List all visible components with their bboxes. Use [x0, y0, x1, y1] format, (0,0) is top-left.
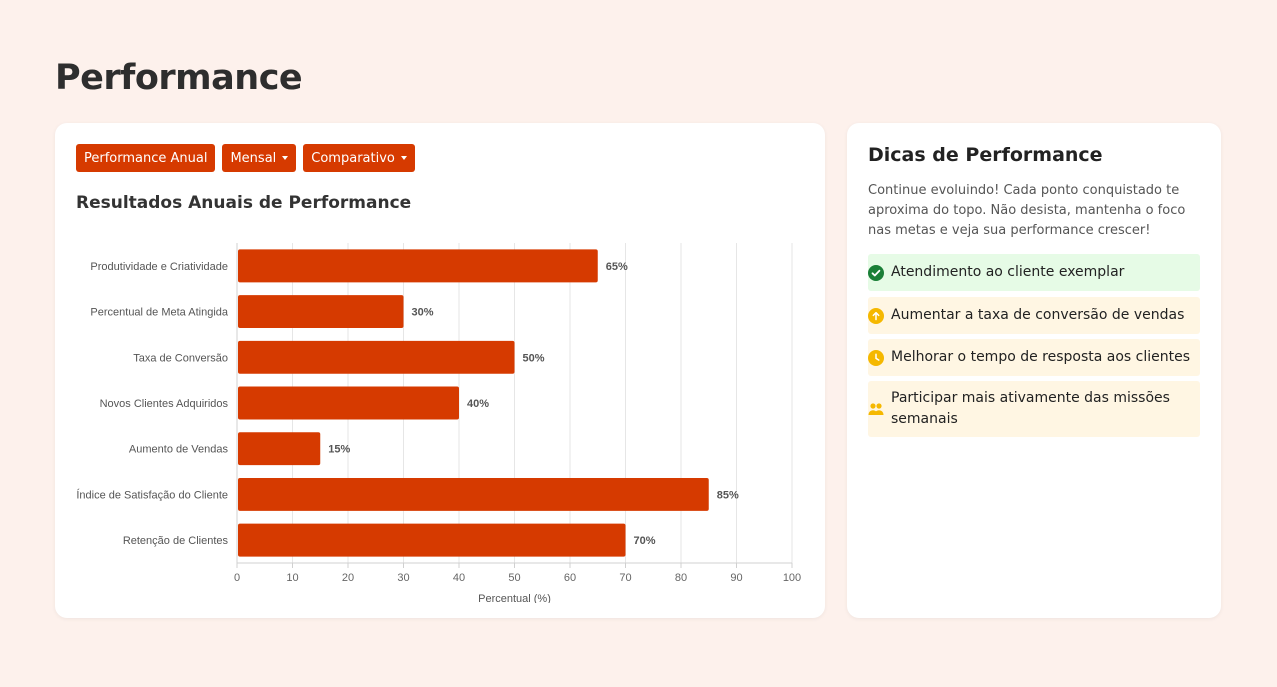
value-label: 15%	[328, 444, 350, 456]
bar	[238, 523, 626, 557]
bar	[238, 295, 404, 329]
category-label: Aumento de Vendas	[129, 444, 229, 456]
category-label: Percentual de Meta Atingida	[90, 307, 228, 319]
tip-item-weekly-missions: Participar mais ativamente das missões s…	[868, 381, 1200, 437]
value-label: 30%	[412, 307, 434, 319]
x-tick-label: 100	[783, 572, 801, 584]
category-label: Índice de Satisfação do Cliente	[76, 488, 228, 501]
bar	[238, 386, 459, 420]
category-label: Retenção de Clientes	[123, 535, 229, 547]
annual-performance-button[interactable]: Performance Anual	[76, 144, 216, 172]
comparative-label: Comparativo	[311, 150, 395, 166]
comparative-dropdown-button[interactable]: Comparativo	[303, 144, 415, 172]
x-axis-title: Percentual (%)	[478, 593, 551, 603]
tips-title: Dicas de Performance	[868, 144, 1103, 166]
check-circle-icon	[868, 264, 884, 281]
page-title: Performance	[55, 58, 303, 98]
performance-bar-chart: 0 10 20 30 40 50 60 70 80 90 100 Produtividade e Cr…	[76, 243, 801, 603]
value-label: 85%	[717, 489, 739, 501]
value-label: 70%	[634, 535, 656, 547]
clock-icon	[868, 349, 884, 366]
monthly-label: Mensal	[230, 150, 277, 166]
category-label: Taxa de Conversão	[133, 352, 228, 364]
x-tick-label: 10	[286, 572, 298, 584]
x-tick-label: 0	[234, 572, 240, 584]
tip-label: Aumentar a taxa de conversão de vendas	[891, 307, 1185, 323]
chart-title: Resultados Anuais de Performance	[76, 193, 412, 213]
value-label: 65%	[606, 261, 628, 273]
tip-label: Atendimento ao cliente exemplar	[891, 264, 1125, 280]
tips-card: Dicas de Performance Continue evoluindo!…	[847, 123, 1221, 618]
x-tick-label: 80	[675, 572, 687, 584]
tip-item-response-time: Melhorar o tempo de resposta aos cliente…	[868, 339, 1200, 376]
chart-card: Performance Anual Mensal Comparativo Res…	[55, 123, 825, 618]
annual-performance-label: Performance Anual	[84, 150, 208, 166]
bar	[238, 340, 515, 374]
x-tick-label: 20	[342, 572, 354, 584]
chevron-down-icon	[282, 156, 289, 160]
x-tick-label: 70	[619, 572, 631, 584]
bar	[238, 249, 598, 283]
tip-label: Participar mais ativamente das missões s…	[891, 390, 1170, 427]
x-tick-label: 60	[564, 572, 576, 584]
tip-label: Melhorar o tempo de resposta aos cliente…	[891, 349, 1191, 365]
tips-text: Continue evoluindo! Cada ponto conquista…	[868, 183, 1186, 238]
bar	[238, 477, 709, 511]
tip-item-customer-service: Atendimento ao cliente exemplar	[868, 254, 1200, 291]
x-tick-label: 40	[453, 572, 465, 584]
category-label: Produtividade e Criatividade	[90, 261, 228, 273]
tip-item-conversion-rate: Aumentar a taxa de conversão de vendas	[868, 297, 1200, 334]
bar	[238, 432, 321, 466]
chart-toolbar: Performance Anual Mensal Comparativo	[76, 144, 415, 172]
x-tick-label: 30	[397, 572, 409, 584]
chevron-down-icon	[400, 156, 407, 160]
value-label: 50%	[523, 352, 545, 364]
x-tick-label: 90	[730, 572, 742, 584]
arrow-up-circle-icon	[868, 307, 884, 324]
monthly-dropdown-button[interactable]: Mensal	[222, 144, 297, 172]
category-label: Novos Clientes Adquiridos	[100, 398, 229, 410]
users-icon	[868, 401, 884, 417]
value-label: 40%	[467, 398, 489, 410]
x-tick-label: 50	[508, 572, 520, 584]
